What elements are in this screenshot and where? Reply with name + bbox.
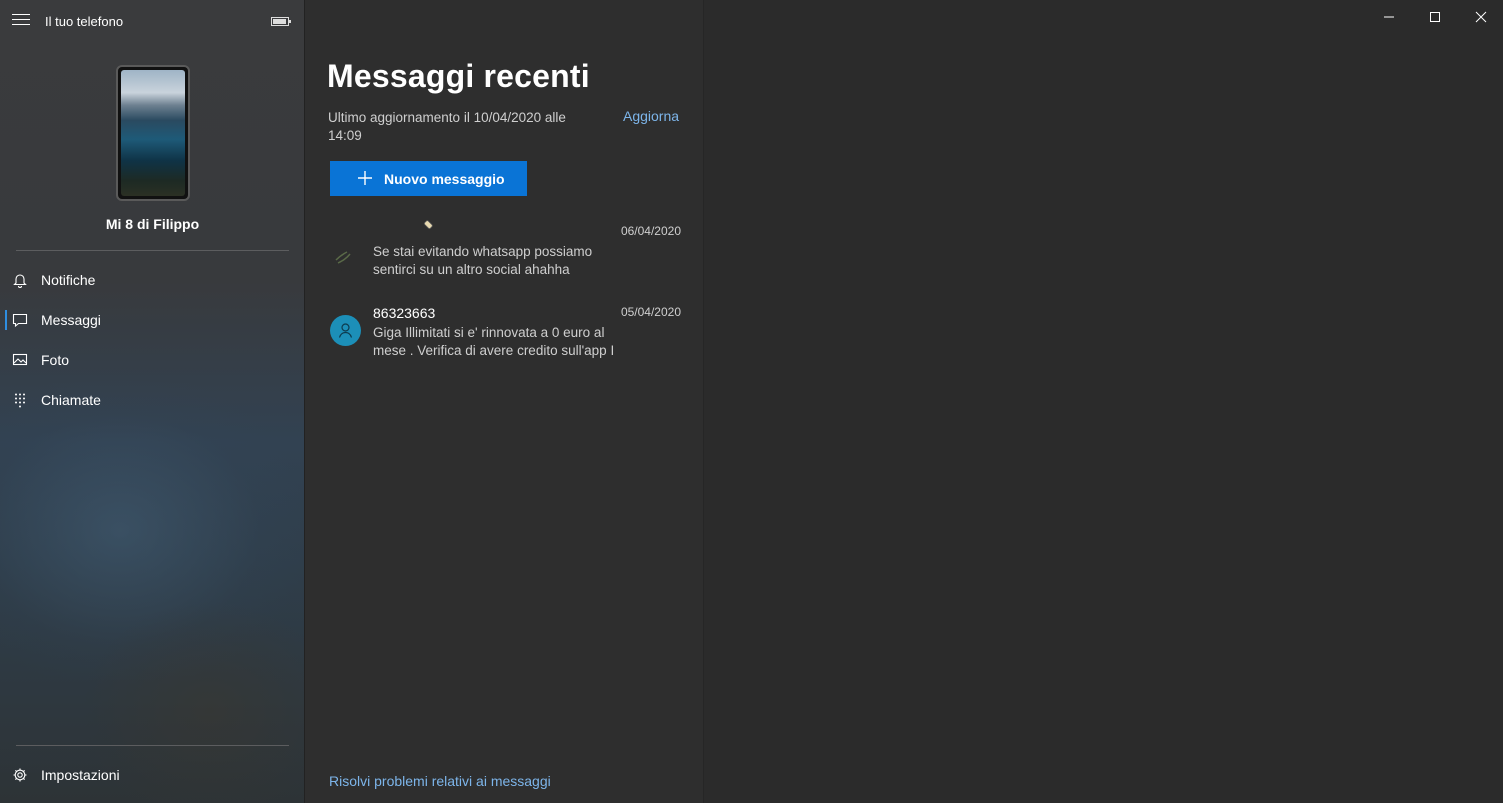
- sidebar-item-label: Messaggi: [41, 312, 101, 328]
- refresh-link[interactable]: Aggiorna: [623, 108, 679, 124]
- sidebar-item-foto[interactable]: Foto: [0, 342, 304, 378]
- maximize-button[interactable]: [1412, 0, 1458, 34]
- sidebar-item-messaggi[interactable]: Messaggi: [0, 302, 304, 338]
- sidebar-item-notifiche[interactable]: Notifiche: [0, 262, 304, 298]
- sidebar: Il tuo telefono Mi 8 di Filippo Notifich…: [0, 0, 305, 803]
- sidebar-item-impostazioni[interactable]: Impostazioni: [0, 757, 304, 793]
- maximize-icon: [1430, 12, 1440, 22]
- dialpad-icon: [12, 392, 30, 408]
- conversation-date: 06/04/2020: [620, 224, 681, 238]
- new-message-button[interactable]: Nuovo messaggio: [330, 161, 527, 196]
- sidebar-item-chiamate[interactable]: Chiamate: [0, 382, 304, 418]
- hamburger-menu-icon[interactable]: [12, 14, 30, 28]
- divider: [16, 250, 289, 251]
- bell-icon: [12, 272, 30, 288]
- sidebar-item-label: Foto: [41, 352, 70, 368]
- gear-icon: [12, 767, 30, 783]
- sidebar-header: Il tuo telefono: [0, 0, 304, 42]
- phone-image: [116, 65, 190, 201]
- chat-icon: [12, 312, 30, 328]
- close-icon: [1475, 11, 1487, 23]
- new-message-label: Nuovo messaggio: [384, 171, 505, 187]
- conversation-preview: Se stai evitando whatsapp possiamo senti…: [373, 244, 593, 277]
- phone-wallpaper: [121, 70, 185, 196]
- conversation-item[interactable]: 86323663 05/04/2020 Giga Illimitati si e…: [305, 305, 703, 375]
- sidebar-item-label: Impostazioni: [41, 767, 120, 783]
- app-title: Il tuo telefono: [45, 14, 124, 29]
- conversation-item[interactable]: 06/04/2020 Se stai evitando whatsapp pos…: [305, 220, 703, 294]
- emoji-icon: [421, 218, 435, 232]
- device-name: Mi 8 di Filippo: [105, 216, 200, 232]
- conversation-preview: Giga Illimitati si e' rinnovata a 0 euro…: [373, 325, 615, 358]
- minimize-icon: [1384, 16, 1394, 18]
- photo-icon: [12, 352, 30, 368]
- conversation-date: 05/04/2020: [620, 305, 681, 319]
- contact-photo: [330, 240, 361, 271]
- sidebar-item-label: Notifiche: [41, 272, 96, 288]
- close-button[interactable]: [1458, 0, 1503, 34]
- plus-icon: [357, 170, 373, 186]
- last-update-text: Ultimo aggiornamento il 10/04/2020 alle …: [328, 110, 566, 143]
- divider: [16, 745, 289, 746]
- page-title: Messaggi recenti: [327, 58, 590, 94]
- conversation-sender: 86323663: [373, 305, 436, 321]
- battery-icon: [271, 17, 291, 26]
- minimize-button[interactable]: [1366, 0, 1412, 34]
- sidebar-item-label: Chiamate: [41, 392, 101, 408]
- person-icon: [330, 315, 361, 346]
- troubleshoot-link[interactable]: Risolvi problemi relativi ai messaggi: [329, 773, 551, 789]
- messages-panel: Messaggi recenti Ultimo aggiornamento il…: [305, 0, 703, 803]
- content-pane: [703, 0, 1503, 803]
